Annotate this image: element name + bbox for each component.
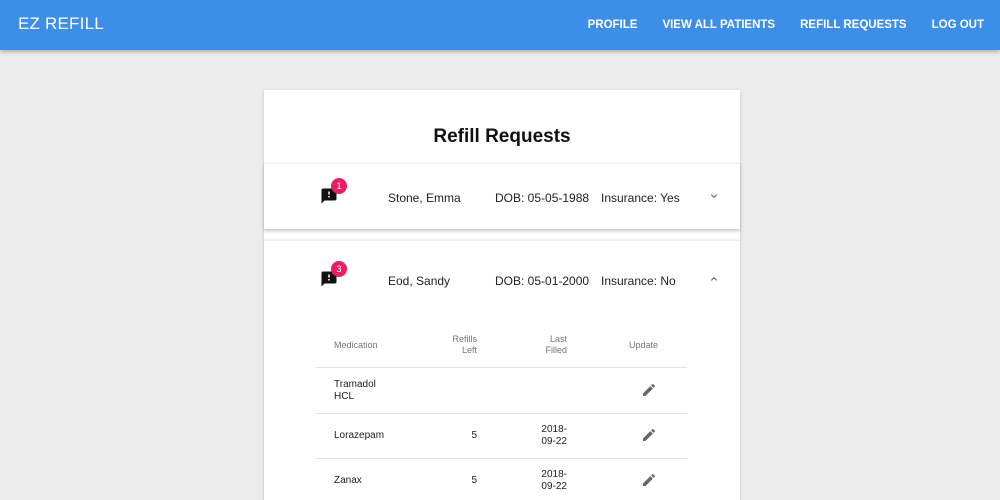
nav-view-all-patients[interactable]: VIEW ALL PATIENTS <box>662 19 775 31</box>
chevron-down-icon[interactable] <box>708 190 720 202</box>
th-last-filled: Last Filled <box>510 334 567 356</box>
patient-dob: DOB: 05-05-1988 <box>495 191 590 205</box>
table-divider <box>316 458 687 459</box>
last-filled-line2: 09-22 <box>541 436 567 447</box>
notification-badge: 1 <box>331 178 347 194</box>
cell-refills-left: 5 <box>471 430 477 441</box>
th-refills: Refills Left <box>420 334 477 356</box>
cell-last-filled: 2018- 09-22 <box>510 424 567 448</box>
nav-bar: PROFILE VIEW ALL PATIENTS REFILL REQUEST… <box>563 0 984 50</box>
th-update: Update <box>629 340 659 350</box>
patient-dob: DOB: 05-01-2000 <box>495 274 590 288</box>
nav-log-out[interactable]: LOG OUT <box>932 19 984 31</box>
table-divider <box>316 413 687 414</box>
medication-line2: HCL <box>334 391 355 402</box>
medication-line1: Tramadol <box>334 379 376 390</box>
th-refills-line2: Left <box>461 345 477 355</box>
last-filled-line2: 09-22 <box>541 481 567 492</box>
th-refills-line1: Refills <box>452 334 477 344</box>
last-filled-line1: 2018- <box>541 469 567 480</box>
table-divider <box>316 367 687 368</box>
chevron-up-icon[interactable] <box>708 273 720 285</box>
nav-profile[interactable]: PROFILE <box>588 19 638 31</box>
app-title[interactable]: EZ REFILL <box>18 14 104 34</box>
patient-insurance: Insurance: Yes <box>601 191 680 205</box>
page-title: Refill Requests <box>433 126 571 147</box>
cell-refills-left: 5 <box>471 475 477 486</box>
th-last-filled-line2: Filled <box>545 345 567 355</box>
cell-medication: Zanax <box>334 475 362 486</box>
pencil-icon[interactable] <box>641 382 657 398</box>
notification-badge: 3 <box>331 261 347 277</box>
patient-name: Eod, Sandy <box>388 274 451 288</box>
cell-medication: Lorazepam <box>334 430 385 441</box>
app-bar: EZ REFILL PROFILE VIEW ALL PATIENTS REFI… <box>0 0 1000 50</box>
cell-medication: Tramadol HCL <box>334 379 376 403</box>
th-last-filled-line1: Last <box>549 334 567 344</box>
last-filled-line1: 2018- <box>541 424 567 435</box>
th-medication: Medication <box>334 340 378 350</box>
pencil-icon[interactable] <box>641 472 657 488</box>
cell-last-filled: 2018- 09-22 <box>510 469 567 493</box>
nav-refill-requests[interactable]: REFILL REQUESTS <box>800 19 907 31</box>
patient-insurance: Insurance: No <box>601 274 676 288</box>
pencil-icon[interactable] <box>641 427 657 443</box>
patient-name: Stone, Emma <box>388 191 461 205</box>
